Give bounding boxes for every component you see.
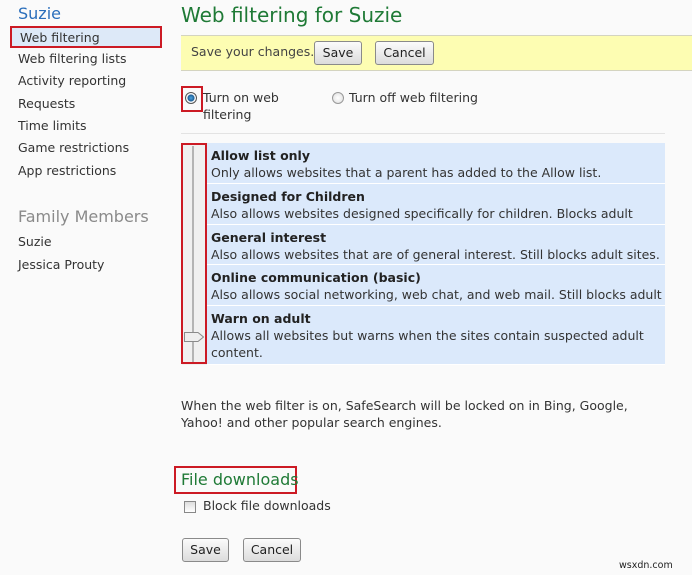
save-changes-text: Save your changes. bbox=[191, 44, 315, 59]
divider bbox=[181, 133, 665, 134]
save-button[interactable]: Save bbox=[314, 41, 362, 65]
level-desc: Allows all websites but warns when the s… bbox=[211, 328, 644, 360]
bottom-save-button[interactable]: Save bbox=[182, 538, 229, 562]
page-title: Web filtering for Suzie bbox=[181, 3, 403, 27]
level-desc: Also allows websites that are of general… bbox=[211, 247, 660, 262]
slider-highlight-box bbox=[181, 143, 207, 364]
filter-levels-list: Allow list only Only allows websites tha… bbox=[207, 143, 665, 365]
sidebar-item-requests[interactable]: Requests bbox=[18, 96, 75, 111]
turn-on-label-line2: filtering bbox=[203, 107, 252, 122]
sidebar-user-title: Suzie bbox=[18, 4, 61, 23]
level-allow-list-only[interactable]: Allow list only Only allows websites tha… bbox=[207, 143, 665, 184]
file-downloads-heading: File downloads bbox=[181, 470, 299, 489]
cancel-button[interactable]: Cancel bbox=[375, 41, 434, 65]
level-designed-for-children[interactable]: Designed for Children Also allows websit… bbox=[207, 184, 665, 238]
turn-off-filtering-label[interactable]: Turn off web filtering bbox=[349, 89, 478, 106]
level-online-communication[interactable]: Online communication (basic) Also allows… bbox=[207, 265, 665, 319]
block-file-downloads-label[interactable]: Block file downloads bbox=[203, 498, 331, 513]
sidebar-item-web-filtering-lists[interactable]: Web filtering lists bbox=[18, 51, 126, 66]
family-members-heading: Family Members bbox=[18, 207, 149, 226]
sidebar-item-web-filtering[interactable]: Web filtering bbox=[10, 26, 162, 48]
level-title: Designed for Children bbox=[211, 189, 365, 204]
level-title: Allow list only bbox=[211, 148, 310, 163]
block-file-downloads-checkbox[interactable] bbox=[184, 501, 196, 513]
sidebar-item-time-limits[interactable]: Time limits bbox=[18, 118, 87, 133]
level-title: Warn on adult bbox=[211, 311, 311, 326]
safesearch-note: When the web filter is on, SafeSearch wi… bbox=[181, 398, 628, 430]
turn-on-label-line1: Turn on web bbox=[203, 90, 279, 105]
sidebar-item-app-restrictions[interactable]: App restrictions bbox=[18, 163, 116, 178]
bottom-cancel-button[interactable]: Cancel bbox=[243, 538, 301, 562]
level-title: General interest bbox=[211, 230, 327, 245]
sidebar-item-activity-reporting[interactable]: Activity reporting bbox=[18, 73, 126, 88]
turn-off-filtering-radio[interactable] bbox=[332, 92, 344, 104]
level-warn-on-adult[interactable]: Warn on adult Allows all websites but wa… bbox=[207, 306, 665, 365]
level-desc: Only allows websites that a parent has a… bbox=[211, 165, 602, 180]
sidebar-item-game-restrictions[interactable]: Game restrictions bbox=[18, 140, 129, 155]
save-changes-bar: Save your changes. Save Cancel bbox=[181, 35, 692, 71]
level-general-interest[interactable]: General interest Also allows websites th… bbox=[207, 225, 665, 265]
family-member-jessica-prouty[interactable]: Jessica Prouty bbox=[18, 257, 104, 272]
turn-on-filtering-radio[interactable] bbox=[185, 92, 197, 104]
watermark: wsxdn.com bbox=[619, 560, 673, 571]
family-member-suzie[interactable]: Suzie bbox=[18, 234, 52, 249]
level-title: Online communication (basic) bbox=[211, 270, 421, 285]
turn-on-filtering-label[interactable]: Turn on web filtering bbox=[203, 89, 279, 123]
